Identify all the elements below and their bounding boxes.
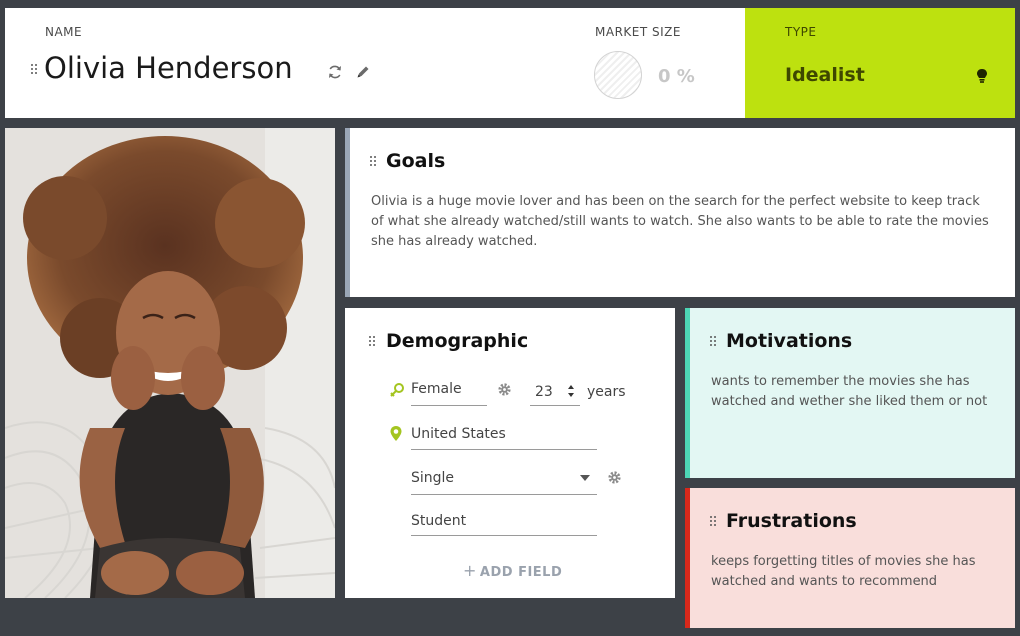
persona-photo[interactable] [5, 128, 335, 598]
age-unit-label: years [587, 384, 626, 400]
motivations-text[interactable]: wants to remember the movies she has wat… [711, 372, 991, 412]
age-field[interactable]: 23 [535, 384, 553, 400]
drag-handle-icon[interactable] [370, 156, 376, 166]
location-underline [411, 449, 597, 450]
type-panel: TYPE Idealist [745, 8, 1015, 118]
demographic-card: Demographic Female 23 years United State… [345, 308, 675, 598]
market-size-caption: MARKET SIZE [595, 25, 681, 39]
location-pin-icon [390, 426, 402, 441]
motivations-card: Motivations wants to remember the movies… [685, 308, 1015, 478]
drag-handle-icon[interactable] [710, 516, 716, 526]
occupation-underline [411, 535, 597, 536]
gender-icon [390, 383, 404, 397]
persona-header: NAME Olivia Henderson MARKET SIZE 0 % [5, 8, 745, 118]
motivations-title: Motivations [726, 330, 853, 352]
persona-name[interactable]: Olivia Henderson [44, 51, 293, 85]
gear-icon[interactable] [607, 470, 622, 485]
goals-card: Goals Olivia is a huge movie lover and h… [345, 128, 1015, 297]
demographic-title: Demographic [386, 330, 529, 352]
lightbulb-icon[interactable] [976, 68, 988, 84]
pencil-icon[interactable] [355, 64, 371, 80]
drag-handle-icon[interactable] [369, 336, 375, 346]
frustrations-title: Frustrations [726, 510, 857, 532]
frustrations-card: Frustrations keeps forgetting titles of … [685, 488, 1015, 628]
market-size-chart[interactable] [594, 51, 642, 99]
gender-underline [411, 405, 487, 406]
gear-icon[interactable] [497, 382, 512, 397]
occupation-field[interactable]: Student [411, 513, 466, 529]
market-size-value[interactable]: 0 % [658, 66, 695, 87]
frustrations-text[interactable]: keeps forgetting titles of movies she ha… [711, 552, 991, 592]
age-underline [530, 405, 580, 406]
relationship-underline [411, 494, 597, 495]
add-field-button[interactable]: + ADD FIELD [463, 561, 562, 580]
age-stepper[interactable] [567, 382, 575, 400]
gender-field[interactable]: Female [411, 381, 462, 397]
location-field[interactable]: United States [411, 426, 506, 442]
plus-icon: + [463, 561, 477, 580]
type-value[interactable]: Idealist [785, 64, 865, 86]
drag-handle-icon[interactable] [710, 336, 716, 346]
relationship-select[interactable]: Single [411, 470, 454, 486]
refresh-icon[interactable] [327, 64, 343, 80]
drag-handle-icon[interactable] [31, 64, 37, 74]
goals-text[interactable]: Olivia is a huge movie lover and has bee… [371, 192, 996, 252]
type-caption: TYPE [785, 25, 817, 39]
dropdown-arrow-icon[interactable] [580, 475, 590, 481]
add-field-label: ADD FIELD [479, 565, 563, 580]
goals-title: Goals [386, 150, 446, 172]
name-caption: NAME [45, 25, 83, 39]
